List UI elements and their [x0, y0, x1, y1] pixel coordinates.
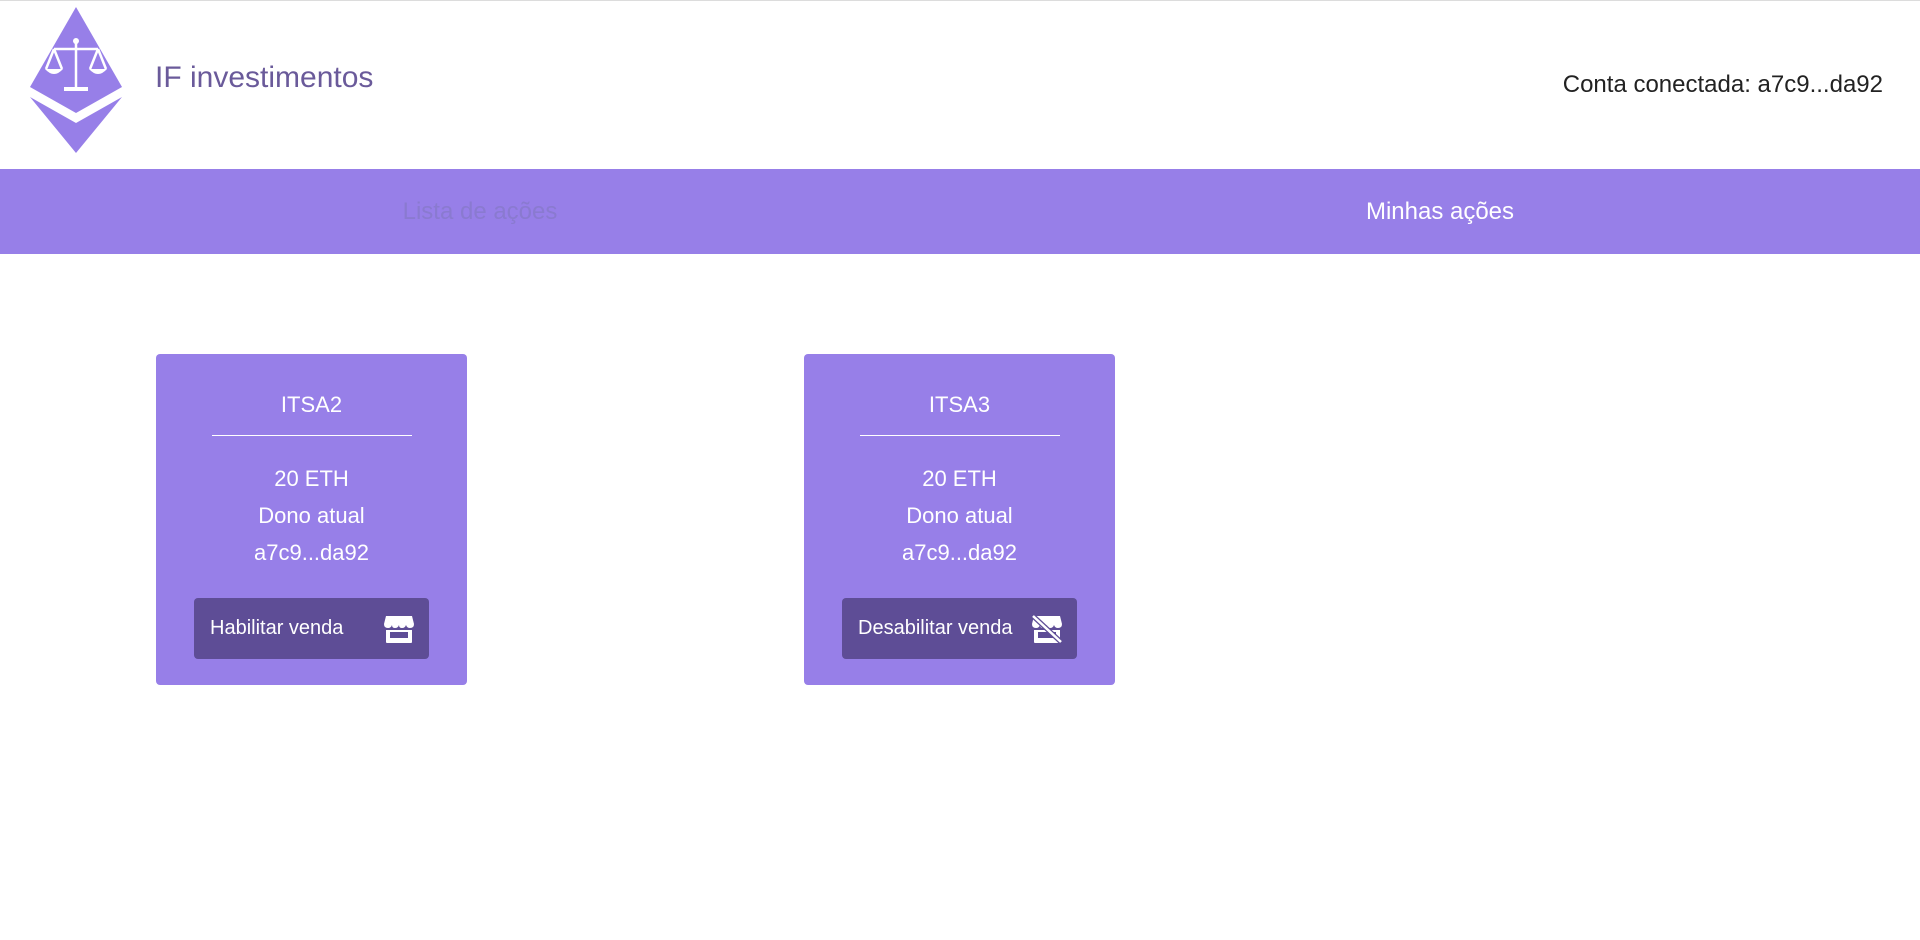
- tab-lista-de-acoes[interactable]: Lista de ações: [0, 169, 960, 254]
- ethereum-scales-logo-icon: [30, 7, 122, 153]
- enable-sale-button[interactable]: Habilitar venda: [194, 598, 429, 659]
- connected-account: Conta conectada: a7c9...da92: [1562, 71, 1883, 98]
- owner-address: a7c9...da92: [254, 540, 369, 565]
- store-slash-icon: [1031, 614, 1063, 644]
- brand-name: IF investimentos: [155, 61, 374, 94]
- disable-sale-label: Desabilitar venda: [858, 617, 1013, 639]
- stock-ticker: ITSA3: [928, 392, 991, 417]
- disable-sale-button[interactable]: Desabilitar venda: [842, 598, 1077, 659]
- stock-price: 20 ETH: [922, 466, 997, 491]
- stock-ticker: ITSA2: [280, 392, 343, 417]
- main-nav: Lista de ações Minhas ações: [0, 169, 1920, 254]
- enable-sale-label: Habilitar venda: [210, 617, 344, 639]
- app-header: IF investimentos Conta conectada: a7c9..…: [0, 1, 1920, 169]
- card-divider: [212, 435, 412, 436]
- stock-card-itsa3: ITSA3 20 ETH Dono atual a7c9...da92 Desa…: [804, 354, 1115, 685]
- tab-minhas-acoes[interactable]: Minhas ações: [960, 169, 1920, 254]
- owner-label: Dono atual: [906, 503, 1013, 528]
- card-divider: [860, 435, 1060, 436]
- owner-address: a7c9...da92: [902, 540, 1017, 565]
- stock-price: 20 ETH: [274, 466, 349, 491]
- owner-label: Dono atual: [258, 503, 365, 528]
- store-icon: [384, 616, 414, 643]
- stock-card-itsa2: ITSA2 20 ETH Dono atual a7c9...da92 Habi…: [156, 354, 467, 685]
